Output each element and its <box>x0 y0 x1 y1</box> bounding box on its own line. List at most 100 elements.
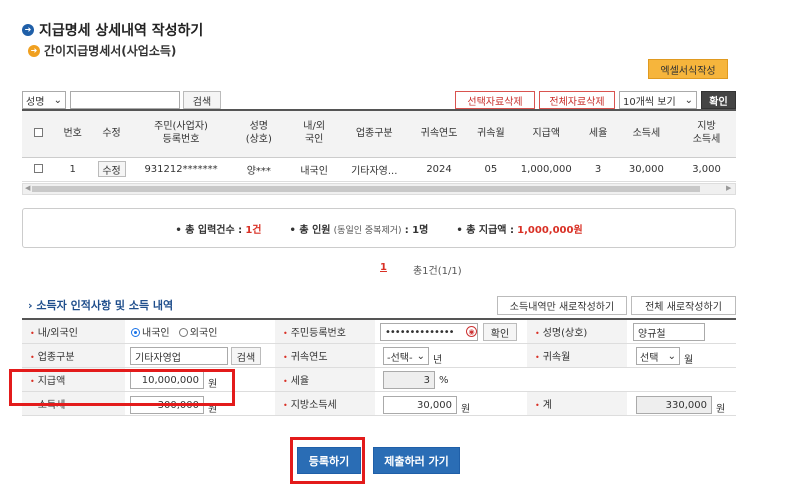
page-size-select[interactable]: 10개씩 보기 ⌄ <box>619 91 697 109</box>
select-all-checkbox[interactable] <box>33 128 43 137</box>
summary-total-people: • 총 인원 (동일인 중복제거) : 1명 <box>289 224 429 236</box>
rate-label-cell: • 세율 <box>275 367 375 392</box>
cell-year: 2024 <box>408 157 470 182</box>
search-button[interactable]: 검색 <box>183 91 221 109</box>
scroll-left-icon[interactable]: ◀ <box>25 184 30 192</box>
page-title-text: 지급명세 상세내역 작성하기 <box>39 23 204 39</box>
summary-total-payment: • 총 지급액 : 1,000,000원 <box>456 224 583 236</box>
column-header: 소득세 <box>615 109 678 158</box>
payment-highlight-box <box>9 369 235 406</box>
chevron-down-icon: ⌄ <box>684 94 693 106</box>
chevron-down-icon: ⌄ <box>53 94 62 106</box>
column-header: 지급액 <box>512 109 581 158</box>
tax-rate-unit: % <box>439 375 449 386</box>
chevron-down-icon: ⌄ <box>667 350 676 362</box>
empty-cell <box>527 367 627 392</box>
row-checkbox[interactable] <box>33 164 43 173</box>
page-size-select-value: 10개씩 보기 <box>623 96 676 108</box>
column-header: 귀속월 <box>469 109 513 158</box>
chevron-down-icon: ⌄ <box>416 350 425 362</box>
cell-tax-rate: 3 <box>580 157 616 182</box>
delete-all-button[interactable]: 전체자료삭제 <box>539 91 615 109</box>
cell-no: 1 <box>54 157 91 182</box>
local-tax-unit: 원 <box>461 404 471 415</box>
page-subtitle: ➜ 간이지급명세서(사업소득) <box>28 42 176 59</box>
business-search-button[interactable]: 검색 <box>231 347 261 365</box>
cell-edit: 수정 <box>90 157 133 182</box>
summary-total-count-value: 1건 <box>245 224 262 236</box>
summary-total-count-label: 총 입력건수 : <box>185 224 243 236</box>
year-unit: 년 <box>433 355 443 366</box>
arrow-right-circle-icon: ➜ <box>28 44 40 57</box>
reveal-eye-icon[interactable]: ◉ <box>466 326 477 337</box>
register-button[interactable]: 등록하기 <box>297 447 361 474</box>
column-header: 성명 (상호) <box>229 109 289 158</box>
scroll-right-icon[interactable]: ▶ <box>726 184 731 192</box>
summary-total-payment-label: 총 지급액 : <box>466 224 514 236</box>
scrollbar-thumb[interactable] <box>32 186 700 192</box>
page-title: ➜ 지급명세 상세내역 작성하기 <box>22 20 203 40</box>
table-header-row: 번호 수정 주민(사업자) 등록번호 성명 (상호) 내/외 국인 업종구분 귀… <box>22 109 736 158</box>
nationality-label-cell: • 내/외국인 <box>22 318 125 344</box>
cell-nationality: 내국인 <box>288 157 341 182</box>
nationality-foreign-label: 외국인 <box>189 327 218 339</box>
column-header: 주민(사업자) 등록번호 <box>132 109 230 158</box>
total-label: 계 <box>542 399 552 411</box>
nationality-foreign-option[interactable]: 외국인 <box>178 327 218 339</box>
cell-name: 양*** <box>229 157 289 182</box>
business-label-cell: • 업종구분 <box>22 343 125 368</box>
business-type-input[interactable]: 기타자영업 <box>130 347 228 365</box>
month-unit: 월 <box>684 355 694 366</box>
reg-no-label-cell: • 주민등록번호 <box>275 318 375 344</box>
name-input[interactable]: 양규철 <box>633 323 705 341</box>
confirm-button[interactable]: 확인 <box>701 91 736 109</box>
local-tax-input[interactable]: 30,000 <box>383 396 457 414</box>
search-input[interactable] <box>70 91 180 109</box>
new-all-button[interactable]: 전체 새로작성하기 <box>631 296 736 315</box>
month-select-value: 선택 <box>640 352 659 364</box>
new-income-only-button[interactable]: 소득내역만 새로작성하기 <box>497 296 627 315</box>
cell-income-tax: 30,000 <box>615 157 678 182</box>
excel-form-button[interactable]: 엑셀서식작성 <box>648 59 728 79</box>
column-header: 업종구분 <box>340 109 409 158</box>
column-header: 세율 <box>580 109 616 158</box>
summary-total-count: • 총 입력건수 : 1건 <box>175 224 262 236</box>
page-subtitle-text: 간이지급명세서(사업소득) <box>44 44 177 58</box>
cell-month: 05 <box>469 157 513 182</box>
chevron-right-icon: › <box>28 299 33 312</box>
year-label: 귀속연도 <box>290 351 328 363</box>
radio-unselected-icon <box>178 328 188 338</box>
tax-rate-input[interactable]: 3 <box>383 371 435 389</box>
summary-total-people-label: 총 인원 <box>299 224 331 236</box>
total-label-cell: • 계 <box>527 391 627 416</box>
nationality-cell: 내국인 외국인 <box>125 318 275 344</box>
summary-total-people-note: (동일인 중복제거) <box>333 225 402 236</box>
pagination-total: 총1건(1/1) <box>412 266 462 277</box>
arrow-right-circle-icon: ➜ <box>22 24 34 36</box>
row-checkbox-cell <box>22 157 55 182</box>
select-all-checkbox-cell <box>22 109 55 158</box>
total-input[interactable]: 330,000 <box>636 396 712 414</box>
cell-business-type: 기타자영... <box>340 157 409 182</box>
reg-no-label: 주민등록번호 <box>290 327 346 339</box>
nationality-label: 내/외국인 <box>37 327 78 339</box>
name-label-cell: • 성명(상호) <box>527 318 627 344</box>
section-title: › 소득자 인적사항 및 소득 내역 <box>28 297 173 313</box>
reg-no-confirm-button[interactable]: 확인 <box>483 323 517 341</box>
month-select[interactable]: 선택 ⌄ <box>636 347 680 365</box>
year-select[interactable]: -선택- ⌄ <box>383 347 429 365</box>
section-title-text: 소득자 인적사항 및 소득 내역 <box>36 299 174 312</box>
edit-row-button[interactable]: 수정 <box>97 161 126 177</box>
summary-total-payment-value: 1,000,000원 <box>517 224 583 236</box>
search-field-select-value: 성명 <box>26 96 45 108</box>
submit-button[interactable]: 제출하러 가기 <box>373 447 460 474</box>
delete-selected-button[interactable]: 선택자료삭제 <box>455 91 535 109</box>
search-field-select[interactable]: 성명 ⌄ <box>22 91 66 109</box>
column-header: 귀속연도 <box>408 109 470 158</box>
pagination: 1 총1건(1/1) <box>380 262 462 277</box>
table-row[interactable]: 1 수정 931212******* 양*** 내국인 기타자영... 2024… <box>22 157 736 182</box>
column-header: 지방 소득세 <box>677 109 736 158</box>
page-link-current[interactable]: 1 <box>380 262 387 277</box>
nationality-domestic-option[interactable]: 내국인 <box>131 328 170 339</box>
reg-no-input[interactable]: •••••••••••••• <box>380 323 478 341</box>
